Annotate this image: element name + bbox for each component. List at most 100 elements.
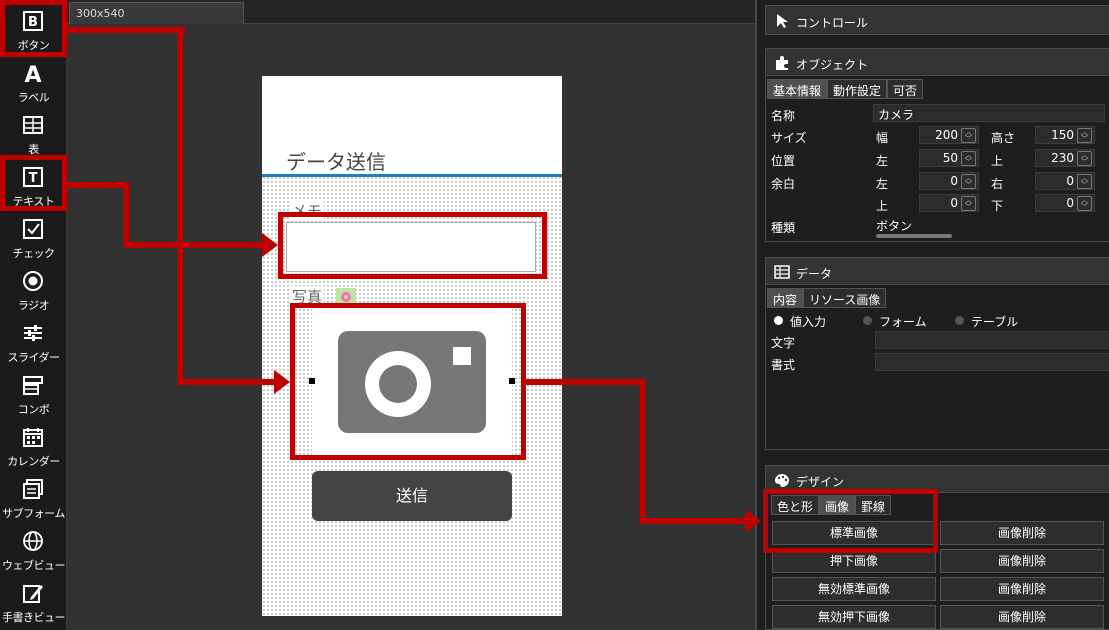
- stepper-arrows-icon[interactable]: ︿ ﹀: [961, 174, 976, 189]
- radio-form-label: フォーム: [879, 315, 927, 329]
- stepper-arrows-icon[interactable]: ︿ ﹀: [961, 128, 976, 143]
- delete-image-button[interactable]: 画像削除: [940, 549, 1104, 573]
- text-field[interactable]: [875, 331, 1109, 349]
- highlight-memo-field: [278, 212, 547, 279]
- send-button[interactable]: 送信: [312, 471, 512, 521]
- margin-left-stepper[interactable]: 0 ︿ ﹀: [919, 172, 979, 190]
- tool-checkbox[interactable]: チェック: [0, 212, 67, 264]
- margin-right-stepper[interactable]: 0 ︿ ﹀: [1035, 172, 1095, 190]
- form-title: データ送信: [286, 150, 386, 174]
- stepper-arrows-icon[interactable]: ︿ ﹀: [961, 151, 976, 166]
- tool-label: ウェブビュー: [2, 559, 66, 572]
- kind-label: 種類: [771, 221, 796, 235]
- tool-label: サブフォーム: [2, 507, 65, 520]
- name-field[interactable]: カメラ: [873, 104, 1105, 122]
- connector-line: [177, 27, 183, 385]
- calendar-icon: [23, 428, 43, 447]
- delete-image-button[interactable]: 画像削除: [940, 521, 1104, 545]
- disabled-normal-image-button[interactable]: 無効標準画像: [772, 577, 936, 601]
- margin-top-stepper[interactable]: 0 ︿ ﹀: [919, 194, 979, 212]
- text-label: 文字: [771, 336, 796, 350]
- combo-icon: [23, 376, 43, 395]
- tab-availability[interactable]: 可否: [887, 79, 924, 99]
- position-label: 位置: [771, 154, 796, 168]
- tool-label: スライダー: [7, 351, 60, 364]
- app-window: B ボタン A ラベル 表 T テキスト チェック ラジオ スライダー コンボ …: [0, 0, 1109, 630]
- left-stepper[interactable]: 50 ︿ ﹀: [919, 149, 979, 167]
- table-icon: [23, 116, 43, 134]
- slider-icon: [24, 325, 42, 341]
- height-label: 高さ: [991, 131, 1016, 145]
- width-stepper[interactable]: 200 ︿ ﹀: [919, 126, 979, 144]
- stepper-arrows-icon[interactable]: ︿ ﹀: [961, 196, 976, 211]
- data-section-header[interactable]: データ: [765, 257, 1109, 285]
- tool-label: 手書きビュー: [2, 611, 66, 624]
- tool-slider[interactable]: スライダー: [0, 316, 67, 368]
- top-stepper[interactable]: 230 ︿ ﹀: [1035, 149, 1095, 167]
- highlight-camera-button: [290, 303, 526, 460]
- stepper-arrows-icon[interactable]: ︿ ﹀: [1077, 128, 1092, 143]
- margin-bottom-stepper[interactable]: 0 ︿ ﹀: [1035, 194, 1095, 212]
- format-label: 書式: [771, 358, 796, 372]
- arrow-head-icon: [745, 509, 761, 533]
- tab-resource-image[interactable]: リソース画像: [803, 288, 887, 308]
- control-section-title: コントロール: [796, 16, 869, 30]
- top-label: 上: [991, 154, 1004, 168]
- highlight-text-tool: [0, 155, 67, 211]
- object-section-header[interactable]: オブジェクト: [765, 48, 1109, 76]
- table-icon: [774, 265, 790, 279]
- label-icon: A: [24, 63, 41, 84]
- radio-value-input[interactable]: [774, 316, 783, 325]
- design-section-title: デザイン: [796, 475, 845, 489]
- canvas-tabbar: 300x540: [67, 0, 755, 24]
- tab-form-size[interactable]: 300x540: [69, 2, 244, 24]
- height-stepper[interactable]: 150 ︿ ﹀: [1035, 126, 1095, 144]
- kind-scrollbar[interactable]: [876, 234, 952, 238]
- tool-radio[interactable]: ラジオ: [0, 264, 67, 316]
- margin-label: 余白: [771, 177, 796, 191]
- left-label: 左: [876, 154, 889, 168]
- size-label: サイズ: [771, 131, 807, 145]
- radio-form[interactable]: [863, 316, 872, 325]
- arrow-head-icon: [274, 370, 290, 394]
- tab-content[interactable]: 内容: [767, 288, 804, 308]
- puzzle-icon: [776, 56, 788, 70]
- data-tabs: 内容 リソース画像: [767, 288, 887, 308]
- delete-image-button[interactable]: 画像削除: [940, 605, 1104, 629]
- tool-handwriting[interactable]: 手書きビュー: [0, 576, 67, 628]
- radio-table[interactable]: [955, 316, 964, 325]
- pointer-icon: [777, 14, 788, 28]
- tool-label: コンボ: [17, 403, 50, 416]
- tab-behavior[interactable]: 動作設定: [827, 79, 888, 99]
- svg-text:A: A: [24, 63, 41, 84]
- tool-combo[interactable]: コンボ: [0, 368, 67, 420]
- tool-label: ラジオ: [17, 299, 50, 312]
- width-label: 幅: [876, 131, 889, 145]
- control-section-header[interactable]: コントロール: [765, 5, 1109, 35]
- format-field[interactable]: [875, 353, 1109, 371]
- title-underline: [262, 174, 562, 177]
- disabled-pressed-image-button[interactable]: 無効押下画像: [772, 605, 936, 629]
- kind-value[interactable]: ボタン: [876, 217, 912, 234]
- connector-line: [640, 518, 746, 524]
- connector-line: [640, 379, 646, 524]
- arrow-head-icon: [262, 233, 278, 257]
- highlight-button-tool: [0, 0, 67, 57]
- highlight-image-tab: [763, 489, 938, 553]
- tool-calendar[interactable]: カレンダー: [0, 420, 67, 472]
- stepper-arrows-icon[interactable]: ︿ ﹀: [1077, 196, 1092, 211]
- margin-left-label: 左: [876, 177, 889, 191]
- palette-icon: [775, 474, 789, 487]
- delete-image-button[interactable]: 画像削除: [940, 577, 1104, 601]
- stepper-arrows-icon[interactable]: ︿ ﹀: [1077, 174, 1092, 189]
- tool-label: チェック: [12, 247, 56, 260]
- tab-basic-info[interactable]: 基本情報: [767, 79, 828, 99]
- tool-subform[interactable]: サブフォーム: [0, 472, 67, 524]
- connector-line: [123, 242, 263, 248]
- radio-table-label: テーブル: [971, 315, 1019, 329]
- tool-webview[interactable]: ウェブビュー: [0, 524, 67, 576]
- connector-line: [67, 182, 129, 188]
- tool-label-widget[interactable]: A ラベル: [0, 56, 67, 108]
- stepper-arrows-icon[interactable]: ︿ ﹀: [1077, 151, 1092, 166]
- tool-table[interactable]: 表: [0, 108, 67, 160]
